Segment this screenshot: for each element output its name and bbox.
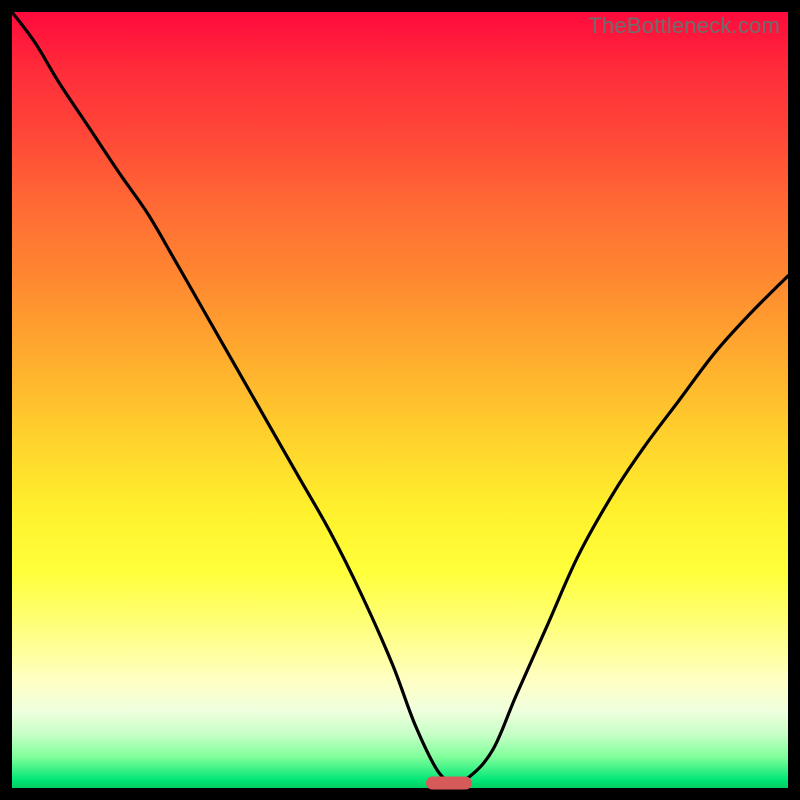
plot-background-gradient <box>12 12 788 788</box>
optimum-marker <box>426 777 472 790</box>
watermark-text: TheBottleneck.com <box>588 13 780 39</box>
plot-frame: TheBottleneck.com <box>12 12 788 788</box>
